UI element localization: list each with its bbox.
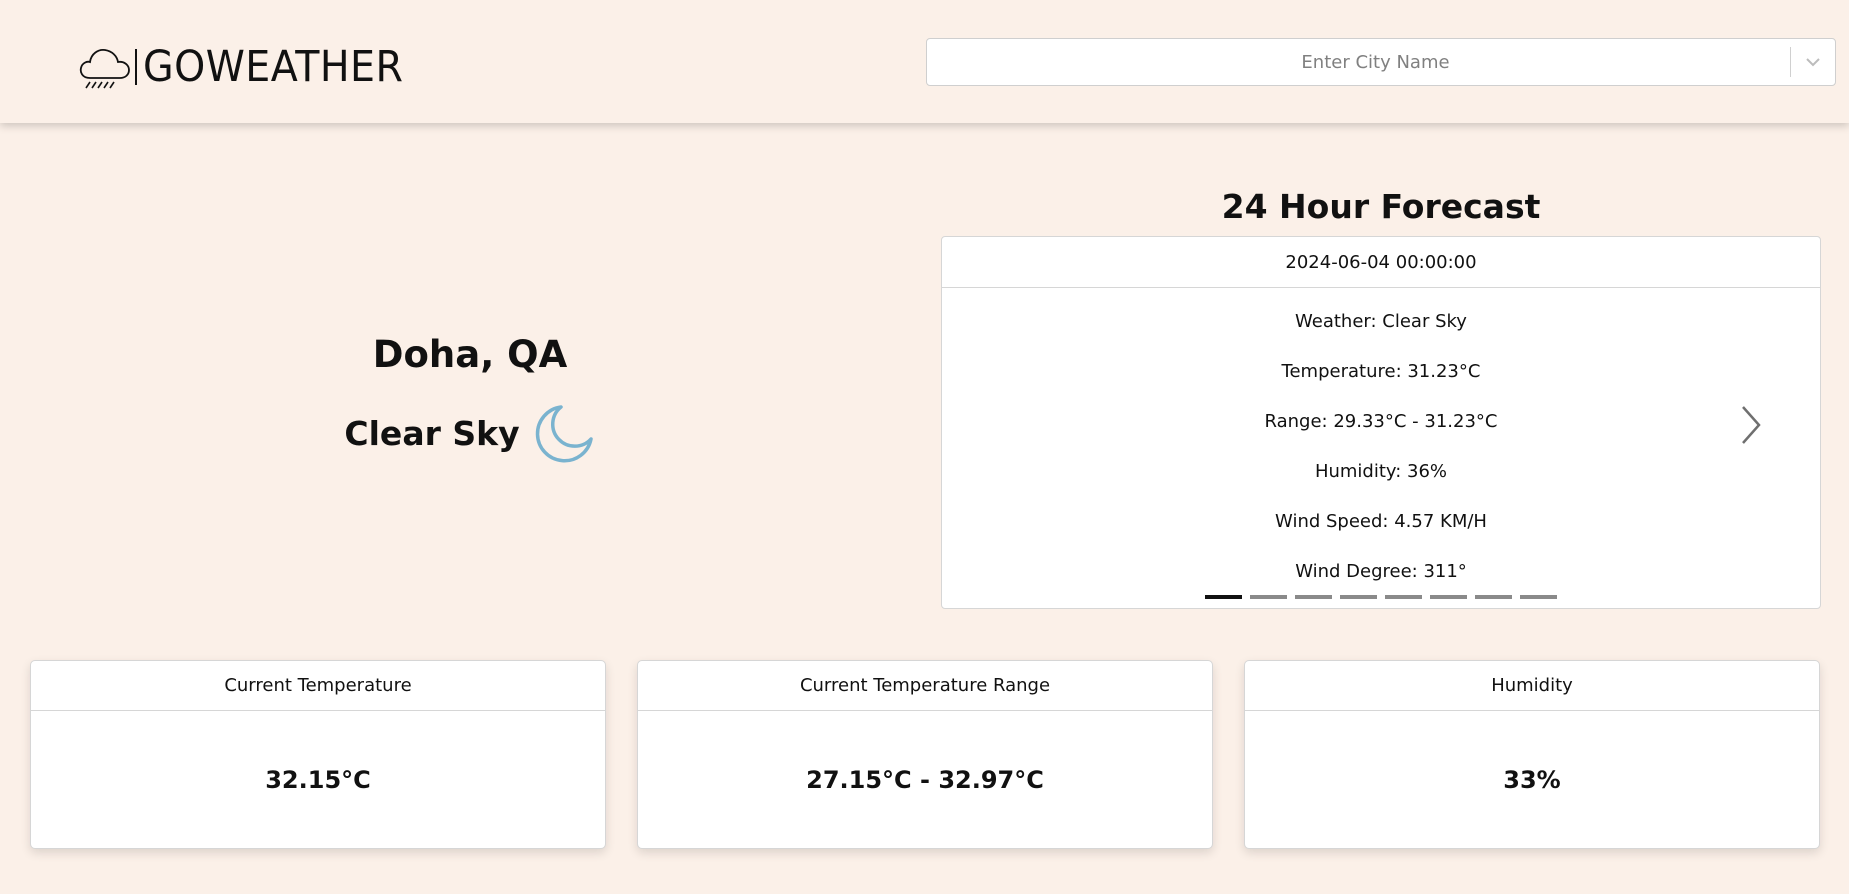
carousel-indicator-8[interactable] [1520,595,1557,599]
carousel-indicator-7[interactable] [1475,595,1512,599]
logo[interactable]: GOWEATHER [78,42,426,92]
temperature-range-card: Current Temperature Range 27.15°C - 32.9… [637,660,1213,849]
moon-icon [535,405,593,463]
logo-divider [135,49,137,85]
brand-name: GOWEATHER [143,41,404,92]
forecast-humidity: Humidity: 36% [1314,461,1448,482]
stat-label: Current Temperature [31,661,605,711]
city-search[interactable] [926,38,1836,86]
carousel-indicator-4[interactable] [1340,595,1377,599]
carousel-indicator-5[interactable] [1385,595,1422,599]
condition-row: Clear Sky [290,402,650,464]
weather-condition: Clear Sky [344,413,520,453]
forecast-carousel: 2024-06-04 00:00:00 Weather: Clear Sky T… [941,236,1821,609]
forecast-temperature: Temperature: 31.23°C [1281,361,1481,382]
stat-value: 27.15°C - 32.97°C [806,766,1044,794]
dropdown-toggle[interactable] [1791,39,1835,85]
stat-value: 32.15°C [265,766,371,794]
forecast-weather: Weather: Clear Sky [1295,311,1467,332]
forecast-wind-degree: Wind Degree: 311° [1295,561,1467,582]
carousel-indicator-3[interactable] [1295,595,1332,599]
forecast-slide: Weather: Clear Sky Temperature: 31.23°C … [942,288,1820,608]
carousel-indicator-1[interactable] [1205,595,1242,599]
stat-value: 33% [1503,766,1561,794]
carousel-indicator-2[interactable] [1250,595,1287,599]
current-temperature-card: Current Temperature 32.15°C [30,660,606,849]
chevron-down-icon [1806,58,1820,67]
carousel-indicator-6[interactable] [1430,595,1467,599]
header: GOWEATHER [0,0,1849,123]
stat-label: Current Temperature Range [638,661,1212,711]
humidity-card: Humidity 33% [1244,660,1820,849]
forecast-date: 2024-06-04 00:00:00 [942,237,1820,288]
city-name: Doha, QA [372,333,568,376]
forecast-wind-speed: Wind Speed: 4.57 KM/H [1275,511,1487,532]
stat-label: Humidity [1245,661,1819,711]
cloud-rain-icon [79,49,130,89]
forecast-range: Range: 29.33°C - 31.23°C [1264,411,1498,432]
forecast-title: 24 Hour Forecast [1221,187,1541,226]
city-search-input[interactable] [927,39,1790,85]
next-slide-button[interactable] [1737,403,1765,447]
carousel-indicators [942,595,1820,599]
current-location: Doha, QA Clear Sky [290,328,650,464]
